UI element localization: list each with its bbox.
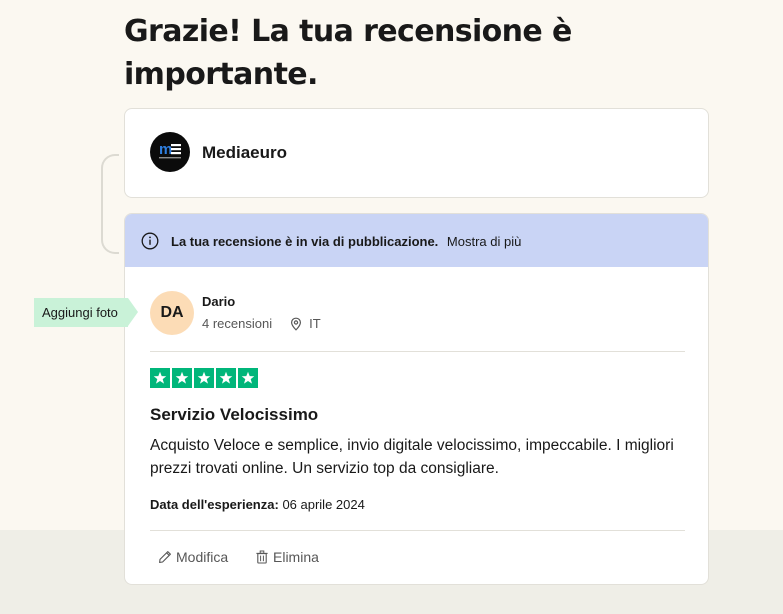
delete-label: Elimina (273, 549, 319, 565)
reviewer-country: IT (309, 316, 321, 331)
star-icon (150, 368, 170, 388)
company-name[interactable]: Mediaeuro (202, 143, 287, 163)
star-rating (150, 368, 258, 388)
page-title: Grazie! La tua recensione è importante. (124, 14, 572, 92)
reviewer-meta: 4 recensioni IT (202, 316, 321, 331)
review-card: La tua recensione è in via di pubblicazi… (124, 213, 709, 585)
star-icon (238, 368, 258, 388)
star-icon (172, 368, 192, 388)
experience-date-value: 06 aprile 2024 (282, 497, 365, 512)
edit-button[interactable]: Modifica (158, 549, 228, 565)
mediaeuro-logo-icon: m (150, 132, 190, 172)
reviewer-name: Dario (202, 294, 236, 309)
svg-text:m: m (159, 141, 172, 158)
review-title: Servizio Velocissimo (150, 405, 319, 424)
delete-button[interactable]: Elimina (255, 549, 319, 565)
star-icon (216, 368, 236, 388)
notice-message: La tua recensione è in via di pubblicazi… (171, 234, 439, 249)
divider (150, 351, 685, 352)
pencil-icon (159, 551, 171, 563)
location-pin-icon (291, 317, 302, 331)
reviews-count: 4 recensioni (202, 316, 273, 331)
experience-date: Data dell'esperienza: 06 aprile 2024 (150, 497, 365, 512)
avatar: DA (150, 291, 194, 335)
add-photo-tooltip[interactable]: Aggiungi foto (34, 298, 138, 327)
edit-label: Modifica (176, 549, 229, 565)
publication-notice: La tua recensione è in via di pubblicazi… (125, 214, 708, 267)
star-icon (194, 368, 214, 388)
add-photo-label: Aggiungi foto (42, 305, 118, 320)
divider (150, 530, 685, 531)
company-card[interactable]: m Mediaeuro (124, 108, 709, 198)
experience-date-label: Data dell'esperienza: (150, 497, 279, 512)
card-connector-bracket (101, 154, 119, 254)
trash-icon (256, 550, 268, 564)
info-icon (141, 232, 159, 250)
show-more-link[interactable]: Mostra di più (447, 234, 521, 249)
review-body: Acquisto Veloce e semplice, invio digita… (150, 437, 674, 477)
notice-text: La tua recensione è in via di pubblicazi… (171, 234, 521, 249)
